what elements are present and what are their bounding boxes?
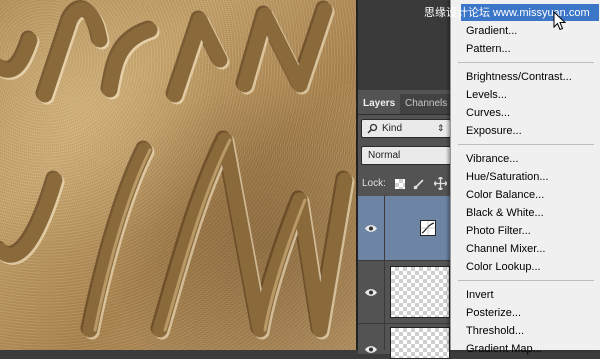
menu-item-gradient-map[interactable]: Gradient Map... <box>451 340 600 358</box>
sand-writing-image <box>0 2 353 338</box>
layers-panel-tabs: Layers Channels <box>358 94 450 115</box>
layer-row-background[interactable] <box>358 324 450 359</box>
layer-thumbnail <box>390 266 450 318</box>
kind-filter-value: Kind <box>382 123 403 134</box>
lock-label: Lock: <box>362 178 386 189</box>
curves-adjustment-icon <box>420 220 436 236</box>
menu-item-photo-filter[interactable]: Photo Filter... <box>451 222 600 240</box>
menu-item-exposure[interactable]: Exposure... <box>451 122 600 140</box>
tab-channels[interactable]: Channels <box>400 94 452 114</box>
adjustment-layer-menu: Gradient... Pattern... Brightness/Contrast… <box>450 0 600 355</box>
menu-separator <box>458 280 594 281</box>
document-canvas[interactable] <box>0 0 356 350</box>
menu-item-vibrance[interactable]: Vibrance... <box>451 150 600 168</box>
menu-item-posterize[interactable]: Posterize... <box>451 304 600 322</box>
menu-item-brightness-contrast[interactable]: Brightness/Contrast... <box>451 68 600 86</box>
menu-item-color-lookup[interactable]: Color Lookup... <box>451 258 600 276</box>
lock-row: Lock: <box>358 175 450 193</box>
menu-item-hue-saturation[interactable]: Hue/Saturation... <box>451 168 600 186</box>
mouse-pointer-icon <box>553 10 567 36</box>
layer-row-text[interactable] <box>358 261 450 324</box>
visibility-column-divider <box>384 195 385 350</box>
menu-separator <box>458 62 594 63</box>
search-icon <box>367 123 378 140</box>
menu-item-channel-mixer[interactable]: Channel Mixer... <box>451 240 600 258</box>
eye-icon[interactable] <box>358 196 384 260</box>
lock-position-icon[interactable] <box>433 176 448 197</box>
menu-item-levels[interactable]: Levels... <box>451 86 600 104</box>
eye-icon[interactable] <box>358 261 384 323</box>
lock-transparent-pixels-icon[interactable] <box>395 179 405 189</box>
menu-item-color-balance[interactable]: Color Balance... <box>451 186 600 204</box>
menu-item-invert[interactable]: Invert <box>451 286 600 304</box>
blend-mode-value: Normal <box>368 150 401 161</box>
tab-layers[interactable]: Layers <box>358 94 401 114</box>
menu-item-black-white[interactable]: Black & White... <box>451 204 600 222</box>
menu-separator <box>458 144 594 145</box>
updown-arrow-icon: ⇕ <box>437 123 445 133</box>
blend-mode-select[interactable]: Normal <box>361 146 451 165</box>
layer-kind-filter[interactable]: Kind ⇕ <box>361 119 451 138</box>
layer-thumbnail <box>390 327 450 359</box>
lock-image-pixels-icon[interactable] <box>413 178 425 197</box>
menu-item-curves[interactable]: Curves... <box>451 104 600 122</box>
layer-row-adjustment[interactable] <box>358 196 450 261</box>
menu-item-threshold[interactable]: Threshold... <box>451 322 600 340</box>
menu-item-gradient[interactable]: Gradient... <box>451 22 600 40</box>
menu-item-pattern[interactable]: Pattern... <box>451 40 600 58</box>
